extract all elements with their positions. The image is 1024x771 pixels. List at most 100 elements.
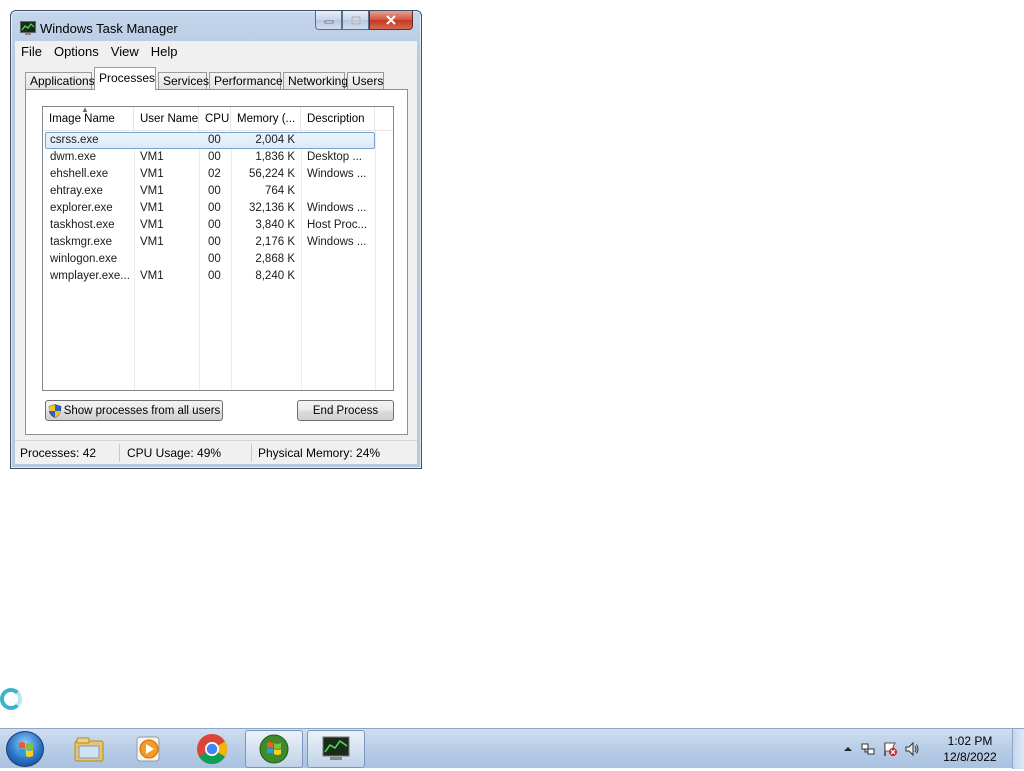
status-divider (251, 444, 252, 462)
process-name: ehtray.exe (50, 185, 103, 197)
column-memory[interactable]: Memory (... (231, 107, 301, 131)
table-row[interactable]: wmplayer.exe... VM1 00 8,240 K (43, 268, 393, 285)
taskbar-windows-media-center[interactable] (245, 730, 303, 768)
process-rows: csrss.exe 00 2,004 K dwm.exe VM1 00 1,836 K Des… (43, 132, 393, 285)
taskbar-chrome[interactable] (183, 730, 241, 768)
process-description (307, 251, 373, 268)
process-cpu: 00 (208, 134, 221, 146)
process-list[interactable]: ▲ Image Name User Name CPU Memory (... D… (42, 106, 394, 391)
windows-media-center-icon (259, 734, 289, 764)
table-row[interactable]: dwm.exe VM1 00 1,836 K Desktop ... (43, 149, 393, 166)
media-player-icon (136, 736, 160, 762)
task-manager-icon (322, 736, 350, 760)
table-row[interactable]: ehshell.exe VM1 02 56,224 K Windows ... (43, 166, 393, 183)
volume-icon[interactable] (904, 741, 920, 757)
taskbar-task-manager[interactable] (307, 730, 365, 768)
process-memory: 8,240 K (255, 270, 295, 282)
table-row[interactable]: taskmgr.exe VM1 00 2,176 K Windows ... (43, 234, 393, 251)
show-all-processes-button[interactable]: Show processes from all users (45, 400, 223, 421)
process-user: VM1 (140, 185, 164, 197)
process-memory: 764 K (264, 185, 295, 197)
process-name: winlogon.exe (50, 253, 118, 265)
system-tray: 1:02 PM 12/8/2022 (834, 729, 1024, 769)
status-cpu-usage: CPU Usage: 49% (127, 446, 222, 460)
process-user: VM1 (140, 219, 164, 231)
process-description (307, 132, 373, 149)
window-title: Windows Task Manager (40, 21, 178, 36)
start-button[interactable] (6, 731, 44, 767)
table-row[interactable]: ehtray.exe VM1 00 764 K (43, 183, 393, 200)
clock[interactable]: 1:02 PM 12/8/2022 (934, 733, 1006, 765)
maximize-button[interactable] (342, 11, 369, 30)
process-memory: 2,868 K (255, 253, 295, 265)
process-name: wmplayer.exe... (50, 270, 130, 282)
status-processes: Processes: 42 (20, 446, 97, 460)
minimize-button[interactable] (315, 11, 342, 30)
network-icon[interactable] (860, 741, 876, 757)
process-description: Windows ... (307, 202, 367, 214)
list-header: ▲ Image Name User Name CPU Memory (... D… (43, 107, 393, 131)
tab-performance[interactable]: Performance (209, 72, 283, 89)
menu-help[interactable]: Help (145, 44, 184, 59)
process-cpu: 02 (208, 168, 221, 180)
process-user: VM1 (140, 236, 164, 248)
close-button[interactable] (369, 11, 413, 30)
menu-view[interactable]: View (105, 44, 145, 59)
column-cpu[interactable]: CPU (199, 107, 231, 131)
show-hidden-icons-chevron[interactable] (840, 741, 856, 757)
action-center-flag-icon[interactable] (882, 741, 898, 757)
windows-logo-icon (19, 742, 33, 757)
process-user (140, 251, 200, 268)
show-desktop-button[interactable] (1012, 729, 1024, 769)
process-cpu: 00 (208, 236, 221, 248)
taskbar-file-explorer[interactable] (60, 730, 118, 768)
process-cpu: 00 (208, 253, 221, 265)
process-user (140, 132, 200, 149)
clock-time: 1:02 PM (947, 734, 993, 748)
menu-file[interactable]: File (15, 44, 48, 59)
tab-networking[interactable]: Networking (283, 72, 348, 89)
table-row[interactable]: explorer.exe VM1 00 32,136 K Windows ... (43, 200, 393, 217)
tab-applications[interactable]: Applications (25, 72, 95, 89)
process-user: VM1 (140, 151, 164, 163)
process-cpu: 00 (208, 202, 221, 214)
process-user: VM1 (140, 168, 164, 180)
tab-processes[interactable]: Processes (94, 67, 156, 90)
sort-ascending-icon: ▲ (81, 107, 89, 114)
menu-options[interactable]: Options (48, 44, 105, 59)
status-physical-memory: Physical Memory: 24% (258, 446, 381, 460)
file-explorer-icon (74, 737, 104, 762)
title-bar[interactable]: Windows Task Manager (11, 11, 421, 43)
table-row[interactable]: winlogon.exe 00 2,868 K (43, 251, 393, 268)
table-row[interactable]: csrss.exe 00 2,004 K (43, 132, 393, 149)
process-description (307, 268, 373, 285)
process-description: Windows ... (307, 168, 367, 180)
process-memory: 1,836 K (255, 151, 295, 163)
process-user: VM1 (140, 270, 164, 282)
process-cpu: 00 (208, 151, 221, 163)
table-row[interactable]: taskhost.exe VM1 00 3,840 K Host Proc... (43, 217, 393, 234)
column-user-name[interactable]: User Name (134, 107, 199, 131)
taskbar-media-player[interactable] (120, 730, 178, 768)
busy-cursor-icon (0, 688, 22, 710)
end-process-button[interactable]: End Process (297, 400, 394, 421)
clock-date: 12/8/2022 (943, 750, 997, 764)
close-icon (386, 15, 396, 25)
process-memory: 2,176 K (255, 236, 295, 248)
column-image-name[interactable]: ▲ Image Name (43, 107, 134, 131)
process-name: ehshell.exe (50, 168, 109, 180)
process-name: taskhost.exe (50, 219, 115, 231)
process-memory: 2,004 K (255, 134, 295, 146)
tab-users[interactable]: Users (347, 72, 384, 89)
taskbar: 1:02 PM 12/8/2022 (0, 728, 1024, 769)
tab-services[interactable]: Services (158, 72, 209, 89)
process-name: csrss.exe (50, 134, 99, 146)
column-description[interactable]: Description (301, 107, 375, 131)
menu-bar: File Options View Help (15, 41, 417, 61)
process-description: Desktop ... (307, 151, 362, 163)
process-memory: 3,840 K (255, 219, 295, 231)
task-manager-app-icon (20, 21, 36, 35)
process-description: Windows ... (307, 236, 367, 248)
process-cpu: 00 (208, 270, 221, 282)
process-cpu: 00 (208, 219, 221, 231)
